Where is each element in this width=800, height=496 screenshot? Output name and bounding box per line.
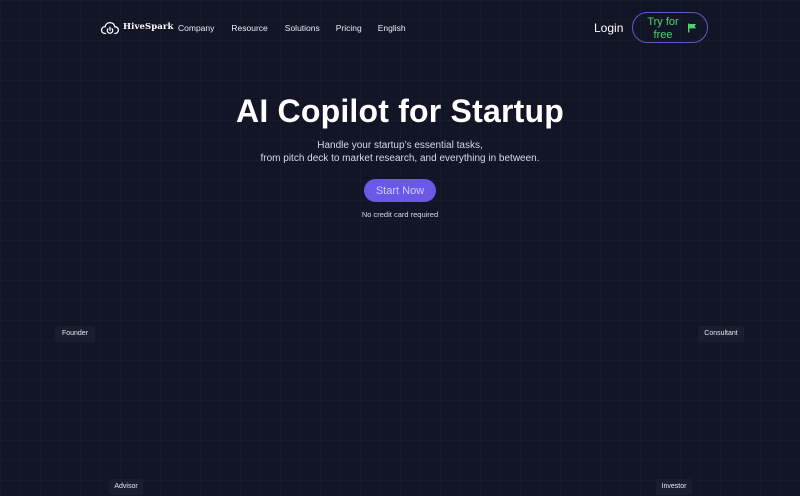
hero-subtitle-line1: Handle your startup’s essential tasks, bbox=[317, 140, 483, 151]
no-credit-card-note: No credit card required bbox=[361, 210, 439, 219]
start-now-button[interactable]: Start Now bbox=[364, 179, 436, 202]
hero-subtitle-line2: from pitch deck to market research, and … bbox=[260, 153, 540, 164]
cloud-power-icon bbox=[100, 21, 120, 35]
role-tag-consultant: Consultant bbox=[698, 326, 744, 342]
nav-link-resource[interactable]: Resource bbox=[231, 23, 267, 33]
try-for-free-label: Try for free bbox=[647, 16, 679, 41]
role-tag-advisor: Advisor bbox=[109, 479, 143, 495]
role-tag-investor: Investor bbox=[656, 479, 692, 495]
role-tag-founder: Founder bbox=[55, 326, 95, 342]
top-navbar: HiveSpark Company Resource Solutions Pri… bbox=[0, 0, 800, 56]
nav-link-solutions[interactable]: Solutions bbox=[285, 23, 320, 33]
try-label-line1: Try for bbox=[647, 16, 679, 28]
login-link[interactable]: Login bbox=[594, 21, 623, 35]
language-selector[interactable]: English bbox=[378, 23, 406, 33]
nav-links: Company Resource Solutions Pricing Engli… bbox=[178, 23, 406, 33]
hero-title: AI Copilot for Startup bbox=[236, 93, 564, 129]
nav-link-pricing[interactable]: Pricing bbox=[336, 23, 362, 33]
brand-logo[interactable]: HiveSpark bbox=[100, 18, 173, 36]
nav-link-company[interactable]: Company bbox=[178, 23, 214, 33]
landing-page: HiveSpark Company Resource Solutions Pri… bbox=[0, 0, 800, 496]
flag-icon bbox=[688, 23, 696, 33]
brand-name: HiveSpark bbox=[123, 22, 174, 32]
hero-subtitle: Handle your startup’s essential tasks, f… bbox=[0, 139, 800, 165]
try-label-line2: free bbox=[653, 28, 673, 41]
try-for-free-button[interactable]: Try for free bbox=[632, 12, 708, 43]
